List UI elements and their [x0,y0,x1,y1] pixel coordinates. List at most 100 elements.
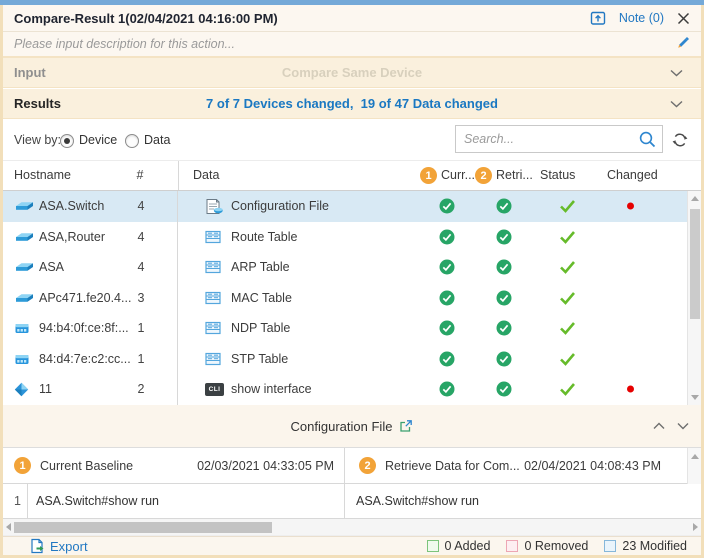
close-icon[interactable] [677,12,690,25]
horizontal-scrollbar[interactable] [3,519,701,536]
scroll-down-icon[interactable] [691,395,699,400]
scrollbar-thumb[interactable] [14,522,272,533]
data-row[interactable]: CLIshow interface [178,374,687,405]
radio-data-label[interactable]: Data [144,133,170,147]
device-change-count: 1 [131,321,151,335]
compare-columns-header: 1 Current Baseline 02/03/2021 04:33:05 P… [3,448,701,484]
col-retrieve: Retri... [496,168,533,182]
note-link[interactable]: Note (0) [619,11,664,25]
data-table-icon [205,352,231,366]
firewall-device-icon [14,199,36,213]
dialog-title: Compare-Result 1(02/04/2021 04:16:00 PM) [14,11,278,26]
table-header: Hostname # Data 1 Curr... 2 Retri... Sta… [3,161,701,191]
firewall-device-icon [14,291,36,305]
baseline-code-cell: 1 ASA.Switch#show run [3,484,345,518]
data-row[interactable]: MAC Table [178,283,687,314]
device-row[interactable]: APc471.fe20.4...3 [3,283,177,314]
status-check-icon [559,260,576,274]
data-row[interactable]: STP Table [178,344,687,375]
retrieve-label: Retrieve Data for Com... [385,459,520,473]
current-check-icon [439,320,455,336]
legend-label: 0 Added [445,539,491,553]
baseline-column-header: 1 Current Baseline 02/03/2021 04:33:05 P… [3,448,345,483]
changed-dot-icon [627,386,634,393]
retrieve-check-icon [496,198,512,214]
chevron-up-icon[interactable] [653,419,665,433]
scrollbar-thumb[interactable] [690,209,700,319]
scroll-up-icon[interactable] [691,196,699,201]
firewall-device-icon [14,260,36,274]
refresh-icon[interactable] [671,131,689,152]
input-section-header[interactable]: Input Compare Same Device [3,58,701,88]
legend-swatch [604,540,616,552]
results-toolbar: View by: Device Data [3,119,701,160]
export-label: Export [50,539,88,554]
title-bar: Compare-Result 1(02/04/2021 04:16:00 PM)… [3,5,701,32]
device-name: ASA [39,260,64,274]
detail-title-bar: Configuration File [3,405,701,448]
device-row[interactable]: 112 [3,374,177,405]
current-check-icon [439,259,455,275]
current-check-icon [439,198,455,214]
baseline-label: Current Baseline [40,459,133,473]
export-button[interactable]: Export [30,538,88,554]
retrieve-code-cell: ASA.Switch#show run [346,484,687,518]
search-input[interactable] [456,126,628,152]
legend-item: 23 Modified [604,539,687,553]
description-row: Please input description for this action… [3,32,701,58]
radio-device-label[interactable]: Device [79,133,117,147]
table-body: ASA.Switch4ASA,Router4ASA4APc471.fe20.4.… [3,191,701,405]
device-list: ASA.Switch4ASA,Router4ASA4APc471.fe20.4.… [3,191,178,405]
device-change-count: 2 [131,382,151,396]
data-row[interactable]: Route Table [178,222,687,253]
retrieve-code: ASA.Switch#show run [356,494,479,508]
device-row[interactable]: ASA4 [3,252,177,283]
data-type-label: show interface [231,382,312,396]
scroll-up-icon[interactable] [691,454,699,459]
data-row[interactable]: Configuration File [178,191,687,222]
chevron-down-icon[interactable] [677,419,689,433]
popout-icon[interactable] [590,10,606,26]
chevron-down-icon[interactable] [670,66,683,80]
radio-data[interactable] [125,134,139,148]
data-row[interactable]: ARP Table [178,252,687,283]
detail-title: Configuration File [291,419,393,434]
radio-device[interactable] [60,134,74,148]
data-row[interactable]: NDP Table [178,313,687,344]
retrieve-check-icon [496,351,512,367]
legend-swatch [506,540,518,552]
results-summary: 7 of 7 Devices changed, 19 of 47 Data ch… [3,96,701,111]
description-placeholder[interactable]: Please input description for this action… [14,37,235,51]
col-status: Status [540,168,575,182]
chevron-down-icon[interactable] [670,97,683,111]
device-change-count: 1 [131,352,151,366]
cli-icon: CLI [205,383,231,396]
retrieve-column-header: 2 Retrieve Data for Com... 02/04/2021 04… [345,448,687,483]
data-table-icon [205,230,231,244]
col-changed: Changed [607,168,658,182]
table-vertical-scrollbar[interactable] [687,191,701,405]
device-name: 94:b4:0f:ce:8f:... [39,321,129,335]
search-icon[interactable] [638,130,657,152]
device-name: ASA,Router [39,230,105,244]
scroll-right-icon[interactable] [693,523,698,531]
data-list: Configuration FileRoute TableARP TableMA… [178,191,687,405]
status-check-icon [559,352,576,366]
open-external-icon[interactable] [399,419,413,433]
current-check-icon [439,229,455,245]
edit-pencil-icon[interactable] [675,35,690,53]
data-type-label: NDP Table [231,321,290,335]
data-table-icon [205,260,231,274]
device-row[interactable]: 94:b4:0f:ce:8f:...1 [3,313,177,344]
baseline-code: ASA.Switch#show run [28,484,159,518]
device-row[interactable]: 84:d4:7e:c2:cc...1 [3,344,177,375]
badge-1: 1 [420,167,437,184]
input-section-label: Input [14,65,104,80]
results-section-header[interactable]: Results 7 of 7 Devices changed, 19 of 47… [3,89,701,119]
scroll-left-icon[interactable] [6,523,11,531]
device-row[interactable]: ASA,Router4 [3,222,177,253]
device-name: 84:d4:7e:c2:cc... [39,352,131,366]
device-row[interactable]: ASA.Switch4 [3,191,177,222]
status-check-icon [559,230,576,244]
retrieve-check-icon [496,259,512,275]
